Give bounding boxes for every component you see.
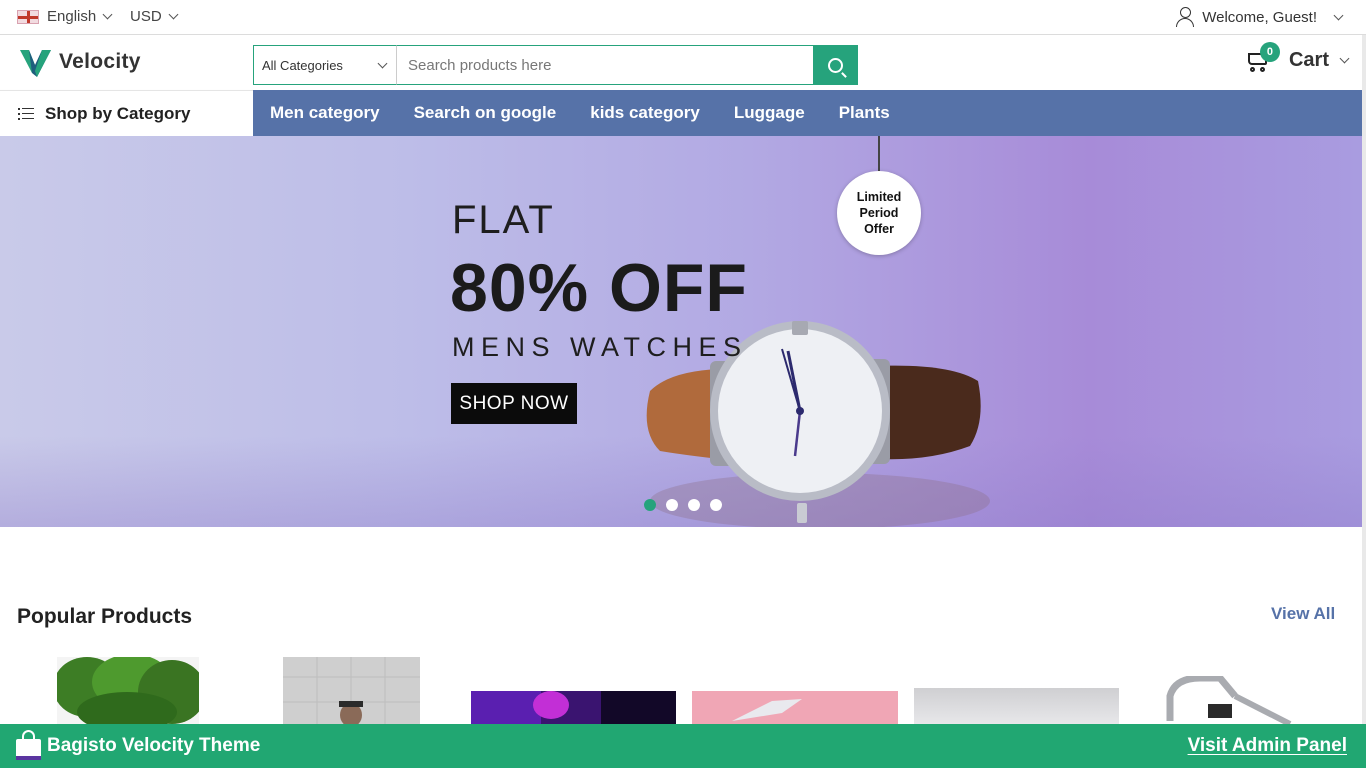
category-select[interactable]: All Categories (253, 45, 397, 85)
cart-icon: 0 (1245, 41, 1280, 72)
chevron-down-icon (377, 58, 388, 68)
language-label: English (47, 8, 97, 25)
scrollbar[interactable] (1362, 35, 1366, 724)
product-card-man[interactable] (283, 657, 420, 724)
shop-now-button[interactable]: SHOP NOW (451, 383, 577, 424)
nav-item-plants[interactable]: Plants (839, 103, 890, 123)
admin-panel-link[interactable]: Visit Admin Panel (1188, 735, 1347, 757)
logo[interactable]: Velocity (20, 47, 141, 77)
hero-flat-text: FLAT (452, 198, 555, 242)
man-image (283, 657, 420, 724)
slider-dot-2[interactable] (666, 499, 678, 511)
cart-button[interactable]: 0 Cart (1245, 41, 1350, 72)
concert-image (471, 691, 676, 724)
nav-item-kids-category[interactable]: kids category (590, 103, 700, 123)
cart-count-badge: 0 (1259, 41, 1280, 62)
chevron-down-icon (168, 9, 179, 20)
slider-dot-1[interactable] (644, 499, 656, 511)
pink-product-image (692, 691, 898, 724)
product-list (0, 650, 1362, 724)
category-nav: Men category Search on google kids categ… (253, 90, 1362, 136)
search-input[interactable] (397, 45, 813, 85)
search-bar: All Categories (253, 45, 858, 85)
hero-banner[interactable]: FLAT 80% OFF MENS WATCHES SHOP NOW Limit… (0, 136, 1362, 527)
search-button[interactable] (813, 45, 858, 85)
uk-flag-icon (17, 9, 39, 24)
shopping-bag-icon (16, 730, 41, 760)
product-card-pink[interactable] (692, 691, 898, 724)
header: Velocity All Categories 0 Cart (0, 35, 1362, 90)
language-selector[interactable]: English (17, 8, 113, 25)
theme-banner-title: Bagisto Velocity Theme (47, 735, 261, 756)
product-card-plant[interactable] (57, 657, 199, 724)
currency-label: USD (130, 8, 162, 25)
logo-text: Velocity (59, 50, 141, 73)
view-all-link[interactable]: View All (1271, 604, 1335, 624)
plant-image (57, 657, 199, 724)
limited-offer-badge: Limited Period Offer (837, 171, 921, 255)
chair-image (1160, 676, 1300, 724)
search-icon (828, 57, 843, 73)
product-card-chair[interactable] (1160, 676, 1300, 724)
welcome-text: Welcome, Guest! (1202, 8, 1317, 26)
cart-label: Cart (1288, 49, 1329, 71)
theme-banner: Bagisto Velocity Theme Visit Admin Panel (0, 724, 1366, 768)
nav-item-men-category[interactable]: Men category (270, 103, 380, 123)
hero-discount-text: 80% OFF (450, 250, 748, 326)
user-icon (1176, 7, 1195, 27)
slider-dot-4[interactable] (710, 499, 722, 511)
hero-subtitle: MENS WATCHES (452, 332, 748, 362)
nav-item-search-on-google[interactable]: Search on google (414, 103, 557, 123)
currency-selector[interactable]: USD (130, 8, 179, 25)
slider-dot-3[interactable] (688, 499, 700, 511)
top-bar: English USD Welcome, Guest! (0, 0, 1366, 35)
chevron-down-icon (102, 9, 113, 20)
nav-item-luggage[interactable]: Luggage (734, 103, 805, 123)
product-card-grey[interactable] (914, 688, 1119, 724)
chevron-down-icon (1333, 10, 1344, 20)
shop-by-category-button[interactable]: Shop by Category (0, 90, 253, 136)
category-select-value: All Categories (262, 57, 343, 73)
slider-dots (644, 499, 722, 511)
product-card-concert[interactable] (471, 691, 676, 724)
shop-by-category-label: Shop by Category (45, 103, 191, 123)
popular-products-heading: Popular Products (17, 605, 193, 628)
chevron-down-icon (1339, 53, 1350, 64)
menu-icon (18, 107, 34, 120)
account-menu[interactable]: Welcome, Guest! (1176, 7, 1344, 27)
velocity-logo-icon (20, 50, 51, 77)
